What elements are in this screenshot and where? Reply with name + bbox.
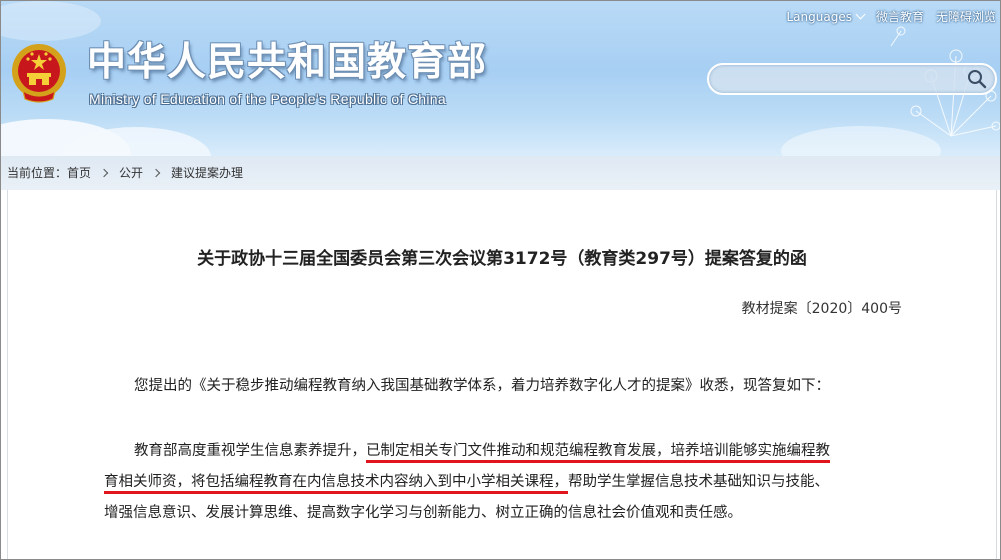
search-icon[interactable] [967, 69, 987, 89]
site-title[interactable]: 中华人民共和国教育部 [87, 39, 487, 87]
site-subtitle: Ministry of Education of the People's Re… [89, 91, 446, 107]
search-input[interactable] [721, 68, 965, 92]
chevron-right-icon [151, 168, 161, 178]
breadcrumb-label: 当前位置： [7, 166, 68, 180]
text-segment: 教育部高度重视学生信息素养提升， [134, 443, 366, 459]
languages-dropdown[interactable]: Languages [786, 8, 866, 26]
cloud-decoration [1, 1, 101, 41]
document-title: 关于政协十三届全国委员会第三次会议第3172号（教育类297号）提案答复的函 [197, 249, 807, 269]
text-segment: 帮助学生掌握信息技术基础知识与技能、 [568, 474, 829, 490]
breadcrumb-public[interactable]: 公开 [119, 165, 143, 181]
paragraph-intro: 您提出的《关于稳步推动编程教育纳入我国基础教学体系，着力培养数字化人才的提案》收… [134, 378, 830, 394]
paragraph-line: 增强信息意识、发展计算思维、提高数字化学习与创新能力、树立正确的信息社会价值观和… [104, 505, 742, 521]
chevron-right-icon [99, 168, 109, 178]
breadcrumb-bar: 当前位置： 首页 公开 建议提案办理 [1, 156, 1000, 190]
site-header: 中华人民共和国教育部 Ministry of Education of the … [1, 1, 1000, 156]
browser-viewport: 中华人民共和国教育部 Ministry of Education of the … [0, 0, 1001, 560]
underlined-text: 育相关师资，将包括编程教育在内信息技术内容纳入到中小学相关课程， [104, 474, 568, 494]
top-links: Languages 微言教育 无障碍浏览 [786, 8, 996, 26]
document-number: 教材提案〔2020〕400号 [741, 301, 902, 317]
paragraph-line: 育相关师资，将包括编程教育在内信息技术内容纳入到中小学相关课程，帮助学生掌握信息… [104, 467, 904, 498]
underlined-text: 已制定相关专门文件推动和规范编程教育发展，培养培训能够实施编程教 [366, 443, 830, 463]
languages-label: Languages [786, 10, 852, 24]
breadcrumb-home[interactable]: 首页 [67, 165, 91, 181]
weibo-link[interactable]: 微言教育 [876, 8, 924, 26]
paragraph-line: 教育部高度重视学生信息素养提升，已制定相关专门文件推动和规范编程教育发展，培养培… [104, 436, 904, 467]
breadcrumb: 当前位置： 首页 公开 建议提案办理 [7, 165, 243, 181]
national-emblem-icon [12, 44, 66, 103]
accessibility-link[interactable]: 无障碍浏览 [936, 8, 996, 26]
search-box [707, 63, 997, 95]
article-content: 关于政协十三届全国委员会第三次会议第3172号（教育类297号）提案答复的函 教… [7, 190, 997, 559]
breadcrumb-proposals[interactable]: 建议提案办理 [171, 165, 243, 181]
paragraph-body: 教育部高度重视学生信息素养提升，已制定相关专门文件推动和规范编程教育发展，培养培… [104, 436, 904, 529]
chevron-down-icon [855, 9, 866, 20]
